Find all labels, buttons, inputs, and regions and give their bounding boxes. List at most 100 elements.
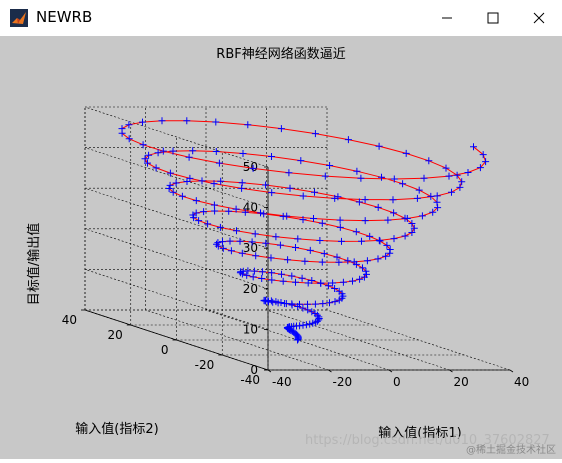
- data-point-marker: [195, 217, 203, 225]
- data-point-marker: [353, 167, 361, 175]
- data-point-marker: [216, 223, 224, 231]
- data-point-marker: [226, 237, 234, 245]
- data-point-marker: [178, 192, 186, 200]
- data-point-marker: [374, 203, 382, 211]
- data-point-marker: [316, 237, 324, 244]
- matlab-logo-icon: [10, 9, 28, 27]
- data-point-marker: [357, 174, 365, 182]
- data-point-marker: [306, 320, 314, 328]
- data-point-marker: [249, 273, 257, 281]
- data-point-marker: [375, 142, 383, 150]
- minimize-button[interactable]: [424, 0, 470, 36]
- data-point-marker: [198, 177, 206, 185]
- data-point-marker: [215, 159, 223, 167]
- data-point-marker: [335, 258, 343, 266]
- data-point-marker: [257, 209, 264, 217]
- data-point-marker: [448, 188, 455, 196]
- data-point-marker: [159, 147, 167, 155]
- data-point-marker: [344, 136, 352, 144]
- data-point-marker: [166, 181, 174, 189]
- data-point-marker: [311, 300, 319, 308]
- data-point-marker: [298, 274, 306, 282]
- data-point-marker: [390, 209, 398, 217]
- data-point-marker: [268, 153, 275, 160]
- data-point-marker: [243, 271, 251, 279]
- data-point-marker: [401, 232, 409, 240]
- data-point-marker: [268, 189, 276, 197]
- data-point-marker: [415, 186, 423, 194]
- data-point-marker: [281, 300, 289, 307]
- y-tick-label: 40: [62, 313, 77, 327]
- data-point-marker: [445, 172, 453, 180]
- data-point-marker: [311, 188, 318, 196]
- data-point-marker: [244, 121, 252, 129]
- data-point-marker: [297, 157, 305, 165]
- data-point-marker: [399, 180, 407, 188]
- maximize-button[interactable]: [470, 0, 516, 36]
- x-tick-label: 20: [454, 375, 469, 389]
- z-tick-label: 20: [243, 282, 258, 296]
- data-point-marker: [374, 255, 382, 263]
- data-point-marker: [402, 149, 410, 157]
- watermark-badge: @稀土掘金技术社区: [466, 443, 556, 456]
- x-tick-mark: [509, 369, 514, 373]
- close-button[interactable]: [516, 0, 562, 36]
- data-point-marker: [139, 118, 146, 126]
- chart-title: RBF神经网络函数逼近: [216, 46, 345, 62]
- data-point-marker: [225, 207, 233, 215]
- data-point-marker: [363, 257, 371, 265]
- data-point-marker: [233, 227, 240, 235]
- x-tick-label: 40: [514, 375, 529, 389]
- z-axis-label: 目标值/输出值: [26, 223, 42, 305]
- data-point-marker: [318, 219, 326, 227]
- data-point-marker: [238, 184, 246, 192]
- data-point-marker: [376, 237, 384, 245]
- data-point-marker: [344, 257, 352, 265]
- data-point-marker: [212, 118, 220, 126]
- data-point-marker: [285, 169, 293, 177]
- data-point-marker: [366, 232, 374, 240]
- data-point-marker: [125, 121, 133, 129]
- data-point-marker: [433, 192, 441, 200]
- minimize-icon: [442, 17, 452, 19]
- data-point-marker: [420, 174, 428, 182]
- z-tick-label: 10: [243, 322, 258, 336]
- z-tick-label: 0: [250, 363, 258, 377]
- data-point-marker: [304, 300, 311, 308]
- x-tick-label: -20: [333, 375, 353, 389]
- data-point-marker: [299, 192, 307, 200]
- data-point-marker: [458, 178, 466, 186]
- data-point-marker: [211, 207, 219, 215]
- data-point-marker: [283, 212, 291, 220]
- title-bar[interactable]: NEWRB: [0, 0, 562, 36]
- data-point-marker: [204, 220, 212, 228]
- matlab-figure-window: NEWRB RBF神经网络函数逼近 -40 -20 0 20 40 -40 -20 0 20 40…: [0, 0, 562, 459]
- data-point-marker: [317, 279, 325, 287]
- data-point-marker: [267, 254, 275, 262]
- tick-labels: -40 -20 0 20 40-40-200204001020304050: [62, 160, 530, 389]
- data-point-marker: [338, 237, 345, 245]
- data-point-marker: [413, 194, 421, 202]
- figure-canvas: RBF神经网络函数逼近 -40 -20 0 20 40 -40 -20 0 20 40 0 10 20 3…: [0, 36, 562, 459]
- data-point-marker: [331, 298, 339, 306]
- data-point-marker: [384, 216, 392, 224]
- data-point-marker: [217, 177, 225, 185]
- data-point-marker: [375, 236, 383, 244]
- y-tick-label: -20: [195, 358, 215, 372]
- close-icon: [533, 12, 545, 24]
- data-point-marker: [326, 162, 334, 169]
- x-tick-label: -40: [272, 375, 292, 389]
- data-point-marker: [210, 201, 218, 209]
- data-point-marker: [321, 172, 329, 180]
- data-point-marker: [158, 117, 166, 125]
- data-point-marker: [260, 210, 268, 218]
- data-point-marker: [189, 147, 197, 155]
- y-axis-label: 输入值(指标2): [75, 421, 158, 437]
- data-point-marker: [277, 125, 285, 133]
- data-point-marker: [139, 141, 147, 149]
- plot-3d[interactable]: RBF神经网络函数逼近 -40 -20 0 20 40-40-2002040010203…: [0, 36, 562, 459]
- data-point-marker: [292, 244, 299, 251]
- window-title: NEWRB: [36, 8, 93, 26]
- data-point-marker: [239, 150, 247, 157]
- data-point-marker: [464, 169, 472, 176]
